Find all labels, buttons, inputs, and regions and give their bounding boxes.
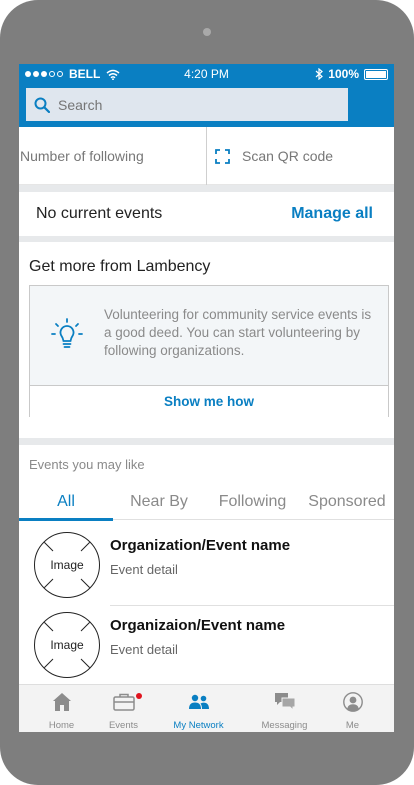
search-input[interactable]	[58, 96, 338, 113]
current-events-row: No current events Manage all	[19, 192, 394, 236]
section-divider	[19, 438, 394, 445]
search-bar[interactable]	[26, 88, 348, 121]
nav-events[interactable]: Events	[86, 685, 161, 732]
bottom-nav: Home Events My Network Messaging Me	[19, 684, 394, 732]
event-detail: Event detail	[110, 562, 178, 577]
event-name: Organizaion/Event name	[110, 617, 286, 634]
battery-percent: 100%	[328, 67, 359, 81]
no-events-label: No current events	[36, 205, 163, 222]
nav-events-label: Events	[108, 720, 139, 731]
suggested-events-title: Events you may like	[29, 457, 145, 472]
people-icon	[188, 694, 209, 709]
nav-messaging[interactable]: Messaging	[247, 685, 322, 732]
suggested-events-section: Events you may like All Near By Followin…	[19, 445, 394, 690]
nav-home-label: Home	[48, 720, 75, 731]
following-count-label: Number of following	[20, 148, 144, 164]
nav-me-label: Me	[345, 720, 360, 731]
search-icon	[34, 97, 50, 113]
nav-my-network[interactable]: My Network	[161, 685, 236, 732]
tab-following[interactable]: Following	[205, 483, 300, 520]
bluetooth-icon	[315, 68, 324, 80]
promo-card: Volunteering for community service event…	[29, 285, 389, 417]
event-image-label: Image	[50, 638, 84, 652]
event-detail: Event detail	[110, 642, 178, 657]
tab-near-by[interactable]: Near By	[113, 483, 205, 520]
tab-all[interactable]: All	[19, 483, 113, 520]
event-image-label: Image	[50, 558, 84, 572]
avatar-icon	[342, 692, 363, 712]
section-divider	[19, 185, 394, 192]
camera-dot	[203, 28, 211, 36]
nav-me[interactable]: Me	[315, 685, 390, 732]
event-list-item[interactable]: Image Organizaion/Event name Event detai…	[19, 601, 394, 681]
nav-my-network-label: My Network	[173, 720, 224, 731]
tab-sponsored[interactable]: Sponsored	[300, 483, 394, 520]
status-right: 100%	[315, 67, 388, 81]
nav-messaging-label: Messaging	[261, 720, 308, 731]
status-bar: BELL 4:20 PM 100%	[19, 64, 394, 84]
scan-qr-label: Scan QR code	[242, 148, 334, 164]
chat-bubbles-icon	[274, 693, 295, 712]
scan-qr-button[interactable]: Scan QR code	[215, 127, 333, 185]
notification-badge	[135, 693, 142, 699]
suggested-events-tabs: All Near By Following Sponsored	[19, 483, 394, 521]
qr-scan-icon	[215, 148, 230, 164]
battery-icon	[364, 68, 388, 80]
promo-body: Volunteering for community service event…	[104, 307, 372, 358]
promo-title: Get more from Lambency	[29, 258, 211, 275]
show-me-how-button[interactable]: Show me how	[30, 386, 388, 417]
event-image-placeholder: Image	[34, 612, 100, 678]
briefcase-icon	[112, 693, 135, 711]
home-icon	[52, 693, 71, 711]
manage-all-link[interactable]: Manage all	[291, 205, 373, 223]
quick-actions-divider	[206, 127, 207, 185]
phone-frame: BELL 4:20 PM 100% Search Number of follo…	[0, 0, 414, 785]
promo-section: Get more from Lambency Volunteering for …	[19, 242, 394, 438]
quick-actions: Number of following Scan QR code	[19, 127, 394, 185]
following-count-button[interactable]: Number of following	[20, 127, 206, 185]
event-list-item[interactable]: Image Organization/Event name Event deta…	[19, 521, 394, 606]
event-name: Organization/Event name	[110, 537, 291, 554]
lightbulb-icon	[51, 318, 83, 348]
search-header	[19, 84, 394, 127]
app-screen: BELL 4:20 PM 100% Search Number of follo…	[19, 64, 394, 732]
event-image-placeholder: Image	[34, 532, 100, 598]
